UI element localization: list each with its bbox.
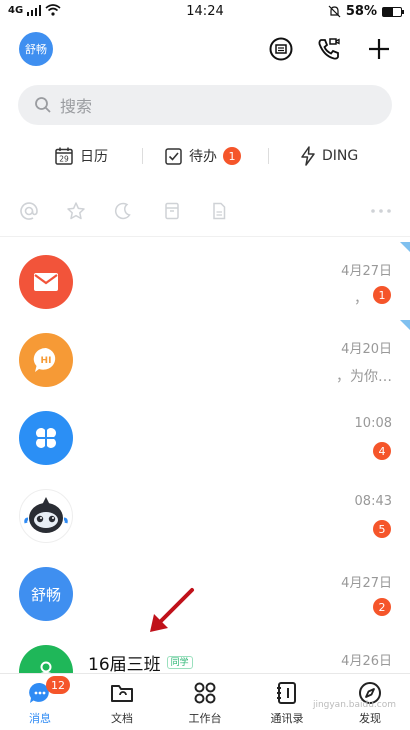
- tab-messages[interactable]: 12 消息: [10, 676, 70, 726]
- tab-label: 消息: [29, 712, 51, 725]
- status-bar: 4G 14:24 58%: [0, 0, 410, 24]
- filter-row: [0, 196, 410, 226]
- status-right: 58%: [328, 4, 404, 19]
- battery-icon: [382, 6, 404, 17]
- conversation-avatar: 舒畅: [19, 567, 73, 621]
- folder-icon: [111, 685, 133, 702]
- mute-bell-icon: [328, 5, 341, 18]
- todo-badge: 1: [223, 147, 241, 165]
- conversation-item[interactable]: HI 4月20日 ，为你…: [0, 320, 410, 398]
- search-placeholder: 搜索: [60, 97, 93, 116]
- conversation-avatar: HI: [19, 333, 73, 387]
- pin-corner: [400, 242, 410, 252]
- group-tag: 同学: [166, 656, 193, 669]
- tab-label: 通讯录: [270, 712, 304, 725]
- moon-icon: [114, 202, 131, 220]
- conversation-avatar: [19, 489, 73, 543]
- divider: [142, 148, 143, 164]
- robot-icon: [24, 497, 68, 533]
- contacts-icon: [277, 682, 296, 704]
- calendar-label: 日历: [80, 149, 108, 165]
- unread-badge: 5: [373, 520, 391, 538]
- mention-filter[interactable]: [18, 200, 40, 222]
- encrypted-chat-button[interactable]: [266, 34, 296, 64]
- tab-label: 工作台: [188, 712, 222, 725]
- conversation-title: 16届三班: [88, 655, 161, 675]
- plus-icon: [369, 39, 389, 59]
- todo-check-icon: [165, 147, 182, 165]
- file-filter[interactable]: [208, 200, 230, 222]
- later-filter[interactable]: [112, 200, 134, 222]
- conversation-time: 4月26日: [341, 654, 392, 669]
- quick-actions: 29 日历 待办 1 DING: [0, 140, 410, 172]
- tab-contacts[interactable]: 通讯录: [257, 680, 317, 726]
- add-button[interactable]: [364, 34, 394, 64]
- tab-docs[interactable]: 文档: [92, 680, 152, 726]
- calendar-icon: 29: [55, 147, 73, 165]
- box-icon: [165, 202, 179, 220]
- conversation-item[interactable]: 10:08 4: [0, 398, 410, 476]
- conversation-time: 4月27日: [341, 576, 392, 591]
- conversation-name: 16届三班 同学: [88, 650, 193, 675]
- divider: [0, 236, 410, 237]
- arrow-annotation: [150, 588, 194, 632]
- clover-icon: [36, 428, 56, 448]
- todo-button[interactable]: 待办 1: [164, 140, 241, 172]
- header: 舒畅: [0, 30, 410, 70]
- calendar-button[interactable]: 29 日历: [54, 140, 108, 172]
- at-icon: [20, 202, 38, 220]
- apps-icon: [194, 682, 216, 704]
- phone-video-icon: [318, 38, 340, 60]
- messages-badge: 12: [46, 676, 70, 694]
- unread-badge: 2: [373, 598, 391, 616]
- battery-fill: [383, 7, 394, 16]
- divider: [268, 148, 269, 164]
- tab-workbench[interactable]: 工作台: [175, 680, 235, 726]
- hi-chat-icon: HI: [33, 347, 56, 372]
- battery-percent: 58%: [345, 4, 377, 19]
- tab-label: 发现: [359, 712, 381, 725]
- more-filter-button[interactable]: [370, 200, 392, 222]
- conversation-preview: ，为你…: [336, 369, 392, 385]
- todo-label: 待办: [189, 149, 217, 165]
- conversation-time: 4月20日: [341, 342, 392, 357]
- hi-text: HI: [41, 356, 52, 366]
- search-icon: [35, 97, 51, 113]
- mail-icon: [34, 273, 58, 291]
- file-icon: [213, 202, 226, 220]
- conversation-time: 10:08: [354, 416, 392, 431]
- star-icon: [67, 202, 85, 220]
- search-input[interactable]: 搜索: [18, 85, 392, 125]
- conversation-time: 4月27日: [341, 264, 392, 279]
- more-icon: [371, 209, 391, 213]
- encrypted-chat-icon: [269, 37, 293, 61]
- unread-badge: 4: [373, 442, 391, 460]
- conversation-avatar: [19, 411, 73, 465]
- conversation-item[interactable]: 4月27日 ， 1: [0, 242, 410, 320]
- pin-corner: [400, 320, 410, 330]
- tab-label: 文档: [111, 712, 133, 725]
- ding-button[interactable]: DING: [300, 140, 358, 172]
- conversation-avatar: [19, 255, 73, 309]
- conversation-item[interactable]: 舒畅 4月27日 2: [0, 554, 410, 632]
- ding-label: DING: [322, 148, 359, 164]
- conversation-preview: ，: [354, 291, 368, 307]
- lightning-icon: [301, 146, 315, 166]
- avatar[interactable]: 舒畅: [19, 32, 53, 66]
- calendar-day: 29: [59, 155, 69, 164]
- archive-filter[interactable]: [161, 200, 183, 222]
- watermark: jingyan.baidu.com: [312, 700, 396, 710]
- unread-badge: 1: [373, 286, 391, 304]
- starred-filter[interactable]: [65, 200, 87, 222]
- call-button[interactable]: [314, 34, 344, 64]
- conversation-time: 08:43: [354, 494, 392, 509]
- conversation-item[interactable]: 08:43 5: [0, 476, 410, 554]
